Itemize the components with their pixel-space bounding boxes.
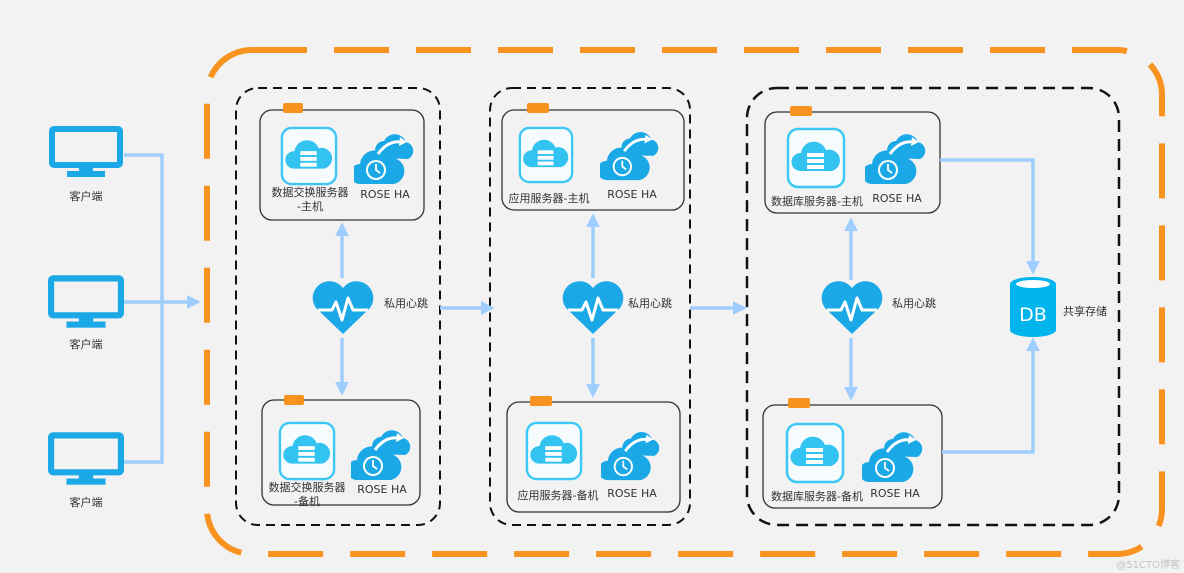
cloud-server-icon (280, 126, 338, 186)
server-label: 数据库服务器-备机 (771, 489, 863, 503)
monitor-icon (51, 435, 121, 484)
node-application-standby: 应用服务器-备机 ROSE HA (506, 396, 681, 513)
server-label: 数据交换服务器 (269, 480, 346, 494)
client-3: 客户端 (51, 435, 121, 509)
cloud-clock-icon (351, 428, 412, 482)
client-label: 客户端 (70, 495, 103, 509)
node-exchange-primary: 数据交换服务器 -主机 ROSE HA (259, 103, 425, 221)
ha-label: ROSE HA (607, 487, 657, 500)
cloud-clock-icon (865, 132, 927, 186)
heartbeat-database: 私用心跳 (820, 220, 936, 398)
cloud-clock-icon (862, 430, 924, 484)
ha-label: ROSE HA (872, 192, 922, 205)
status-tag (283, 103, 303, 113)
client-label: 客户端 (70, 189, 103, 203)
cloud-server-icon (518, 126, 574, 184)
ha-label: ROSE HA (357, 483, 407, 496)
cloud-server-icon (525, 421, 583, 481)
storage-label: 共享存储 (1063, 304, 1107, 318)
client-label: 客户端 (70, 337, 103, 351)
architecture-diagram: 客户端 客户端 客户端 数据交换服务器 -主机 ROSE HA 私用心跳 数据交… (0, 47, 1180, 571)
shared-storage: DB 共享存储 (1010, 277, 1107, 337)
server-label: -主机 (297, 199, 323, 213)
node-database-primary: 数据库服务器-主机 ROSE HA (764, 106, 941, 214)
heartbeat-icon (561, 280, 625, 336)
storage-link-standby (942, 337, 1040, 454)
ha-label: ROSE HA (870, 487, 920, 500)
server-label: 数据库服务器-主机 (771, 194, 863, 208)
client-connectors (124, 153, 201, 464)
status-tag (284, 395, 304, 405)
monitor-icon (51, 278, 121, 327)
status-tag (790, 106, 812, 116)
monitor-icon (52, 129, 120, 177)
status-tag (788, 398, 810, 408)
storage-link-primary (940, 158, 1040, 275)
server-label: 数据交换服务器 (272, 185, 349, 199)
heartbeat-icon (820, 280, 884, 336)
db-text: DB (1019, 304, 1047, 326)
heartbeat-icon (311, 280, 375, 336)
client-2: 客户端 (51, 278, 121, 351)
cloud-server-icon (785, 422, 845, 484)
cloud-server-icon (786, 127, 846, 189)
heartbeat-application: 私用心跳 (561, 216, 672, 395)
diagram: 客户端 客户端 客户端 数据交换服务器 -主机 ROSE HA 私用心跳 数据交… (0, 0, 1184, 573)
node-database-standby: 数据库服务器-备机 ROSE HA (762, 398, 943, 509)
cloud-server-icon (278, 421, 336, 481)
watermark: @51CTO博客 (1116, 558, 1180, 571)
cloud-clock-icon (600, 130, 660, 182)
status-tag (527, 103, 549, 113)
server-label: 应用服务器-备机 (518, 488, 599, 502)
heartbeat-label: 私用心跳 (384, 296, 428, 310)
cloud-clock-icon (601, 430, 661, 482)
ha-label: ROSE HA (607, 188, 657, 201)
server-label: -备机 (294, 494, 320, 508)
cloud-clock-icon (354, 132, 415, 186)
client-1: 客户端 (52, 129, 120, 203)
ha-label: ROSE HA (360, 188, 410, 201)
node-application-primary: 应用服务器-主机 ROSE HA (501, 103, 685, 211)
status-tag (530, 396, 552, 406)
server-label: 应用服务器-主机 (509, 191, 590, 205)
heartbeat-label: 私用心跳 (628, 296, 672, 310)
node-exchange-standby: 数据交换服务器 -备机 ROSE HA (261, 395, 421, 508)
heartbeat-label: 私用心跳 (892, 296, 936, 310)
heartbeat-exchange: 私用心跳 (311, 225, 428, 393)
